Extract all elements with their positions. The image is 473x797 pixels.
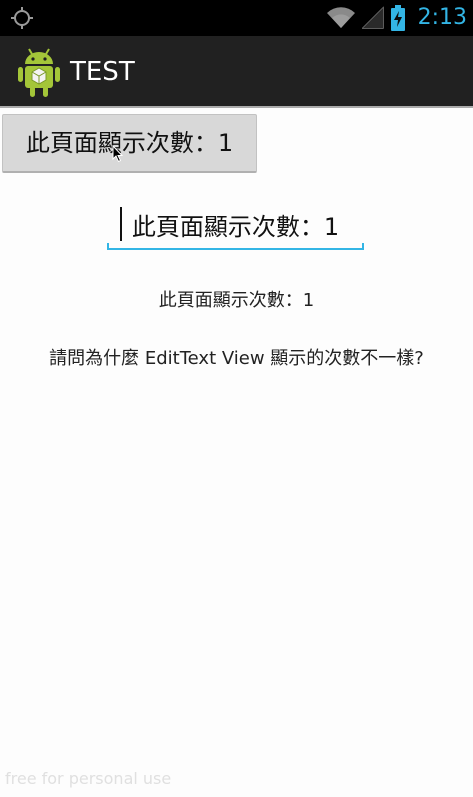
status-icons: 2:13 [326, 2, 467, 34]
wifi-icon [326, 7, 355, 29]
text-caret [120, 207, 122, 241]
counter-text-view: 此頁面顯示次數：1 [158, 290, 315, 311]
battery-charging-icon [390, 5, 405, 31]
status-time: 2:13 [417, 5, 467, 30]
signal-icon [361, 6, 384, 29]
edit-text-field[interactable] [107, 200, 364, 248]
android-robot-icon [18, 48, 60, 97]
gps-icon [11, 7, 33, 29]
watermark: free for personal use [5, 769, 172, 788]
counter-button[interactable]: 此頁面顯示次數：1 [2, 114, 257, 173]
status-bar: 2:13 [0, 0, 473, 36]
question-text: 請問為什麼 EditText View 顯示的次數不一樣? [49, 348, 424, 369]
edit-text-container [107, 200, 364, 250]
edit-text-underline [107, 243, 364, 250]
app-title: TEST [70, 57, 135, 87]
action-bar: TEST [0, 36, 473, 108]
mouse-cursor-icon [112, 145, 124, 163]
